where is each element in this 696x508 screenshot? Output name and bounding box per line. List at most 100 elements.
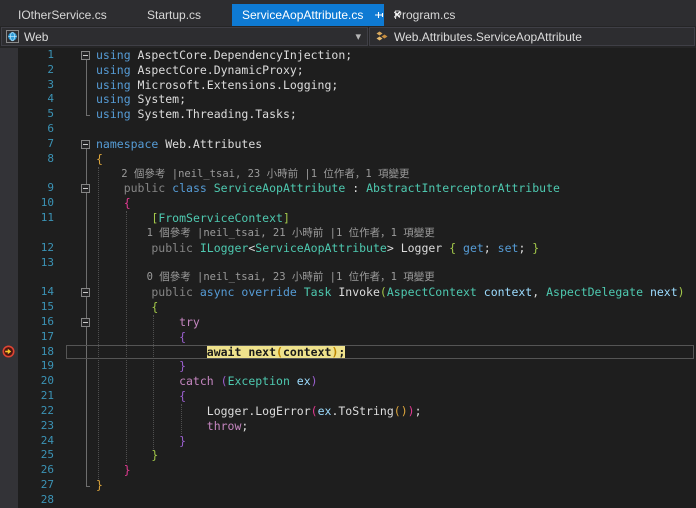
breakpoint-gutter[interactable] [0,78,18,93]
breakpoint-gutter[interactable] [0,463,18,478]
fold-column [62,226,96,241]
code-line[interactable]: throw; [96,419,696,434]
breakpoint-gutter[interactable] [0,226,18,241]
breakpoint-gutter[interactable] [0,211,18,226]
code-token: ; [241,419,248,433]
tab-label: Startup.cs [147,8,201,22]
code-line[interactable]: } [96,448,696,463]
fold-column [62,196,96,211]
code-line[interactable]: using System; [96,92,696,107]
fold-toggle[interactable] [81,140,90,149]
breakpoint-gutter[interactable] [0,448,18,463]
code-row: 14 public async override Task Invoke(Asp… [0,285,696,300]
breakpoint-gutter[interactable] [0,152,18,167]
code-line[interactable]: public ILogger<ServiceAopAttribute> Logg… [96,241,696,256]
line-number: 9 [18,181,62,196]
fold-column [62,78,96,93]
code-token: ILogger [193,241,248,255]
line-number: 20 [18,374,62,389]
breakpoint-gutter[interactable] [0,330,18,345]
breakpoint-gutter[interactable] [0,122,18,137]
breakpoint-gutter[interactable] [0,374,18,389]
code-token: ServiceAopAttribute [207,181,345,195]
code-row: 27} [0,478,696,493]
code-line[interactable]: { [96,152,696,167]
fold-column [62,374,96,389]
breakpoint-gutter[interactable] [0,270,18,285]
code-line[interactable]: } [96,359,696,374]
breakpoint-gutter[interactable] [0,196,18,211]
breakpoint-gutter[interactable] [0,419,18,434]
breakpoint-gutter[interactable] [0,404,18,419]
fold-column [62,270,96,285]
breakpoint-gutter[interactable] [0,389,18,404]
breakpoint-gutter[interactable] [0,478,18,493]
breakpoint-gutter[interactable] [0,285,18,300]
code-token: ; [338,345,345,359]
code-line[interactable]: { [96,196,696,211]
breakpoint-gutter[interactable] [0,137,18,152]
code-token: > [387,241,394,255]
code-line[interactable]: } [96,463,696,478]
code-line[interactable]: namespace Web.Attributes [96,137,696,152]
code-line[interactable]: { [96,330,696,345]
breakpoint-gutter[interactable] [0,359,18,374]
breakpoint-gutter[interactable] [0,300,18,315]
tab-program[interactable]: Program.cs [384,4,484,26]
current-statement-icon[interactable] [2,345,15,358]
breakpoint-gutter[interactable] [0,167,18,182]
code-row: 21 { [0,389,696,404]
code-line[interactable] [96,493,696,508]
code-line[interactable] [96,122,696,137]
breakpoint-gutter[interactable] [0,63,18,78]
line-number: 12 [18,241,62,256]
code-row: 2using AspectCore.DynamicProxy; [0,63,696,78]
fold-toggle[interactable] [81,51,90,60]
breakpoint-gutter[interactable] [0,256,18,271]
code-line[interactable]: } [96,434,696,449]
codelens-text[interactable]: 1 個參考 |neil_tsai, 21 小時前 |1 位作者，1 項變更 [96,226,696,241]
code-line[interactable]: } [96,478,696,493]
code-line[interactable]: { [96,389,696,404]
breadcrumb-dropdown[interactable]: Web.Attributes.ServiceAopAttribute [369,27,695,46]
tab-serviceaopattribute[interactable]: ServiceAopAttribute.cs × [232,4,384,26]
code-line[interactable]: { [96,300,696,315]
project-dropdown[interactable]: Web ▾ [1,27,368,46]
breakpoint-gutter[interactable] [0,315,18,330]
breakpoint-gutter[interactable] [0,181,18,196]
code-row: 9 public class ServiceAopAttribute : Abs… [0,181,696,196]
tab-startup[interactable]: Startup.cs [137,4,232,26]
tab-iotherservice[interactable]: IOtherService.cs [8,4,137,26]
code-token: await next [207,345,276,359]
fold-column [62,389,96,404]
fold-toggle[interactable] [81,288,90,297]
codelens-text[interactable]: 2 個參考 |neil_tsai, 23 小時前 |1 位作者，1 項變更 [96,167,696,182]
code-line[interactable]: [FromServiceContext] [96,211,696,226]
breakpoint-gutter[interactable] [0,434,18,449]
code-line[interactable]: using System.Threading.Tasks; [96,107,696,122]
breakpoint-gutter[interactable] [0,345,18,360]
code-token: public [96,285,193,299]
code-token [96,345,207,359]
code-line[interactable]: Logger.LogError(ex.ToString()); [96,404,696,419]
code-line[interactable]: try [96,315,696,330]
code-line[interactable]: using AspectCore.DependencyInjection; [96,48,696,63]
breakpoint-gutter[interactable] [0,107,18,122]
code-line[interactable]: public async override Task Invoke(Aspect… [96,285,696,300]
breakpoint-gutter[interactable] [0,493,18,508]
chevron-down-icon: ▾ [355,30,361,43]
fold-column [62,463,96,478]
code-line[interactable] [96,256,696,271]
code-line[interactable]: using AspectCore.DynamicProxy; [96,63,696,78]
code-line[interactable]: catch (Exception ex) [96,374,696,389]
codelens-text[interactable]: 0 個參考 |neil_tsai, 23 小時前 |1 位作者，1 項變更 [96,270,696,285]
fold-toggle[interactable] [81,184,90,193]
code-line[interactable]: await next(context); [96,345,696,360]
breakpoint-gutter[interactable] [0,48,18,63]
breakpoint-gutter[interactable] [0,92,18,107]
code-token: { [96,152,103,166]
code-line[interactable]: using Microsoft.Extensions.Logging; [96,78,696,93]
code-line[interactable]: public class ServiceAopAttribute : Abstr… [96,181,696,196]
fold-toggle[interactable] [81,318,90,327]
breakpoint-gutter[interactable] [0,241,18,256]
